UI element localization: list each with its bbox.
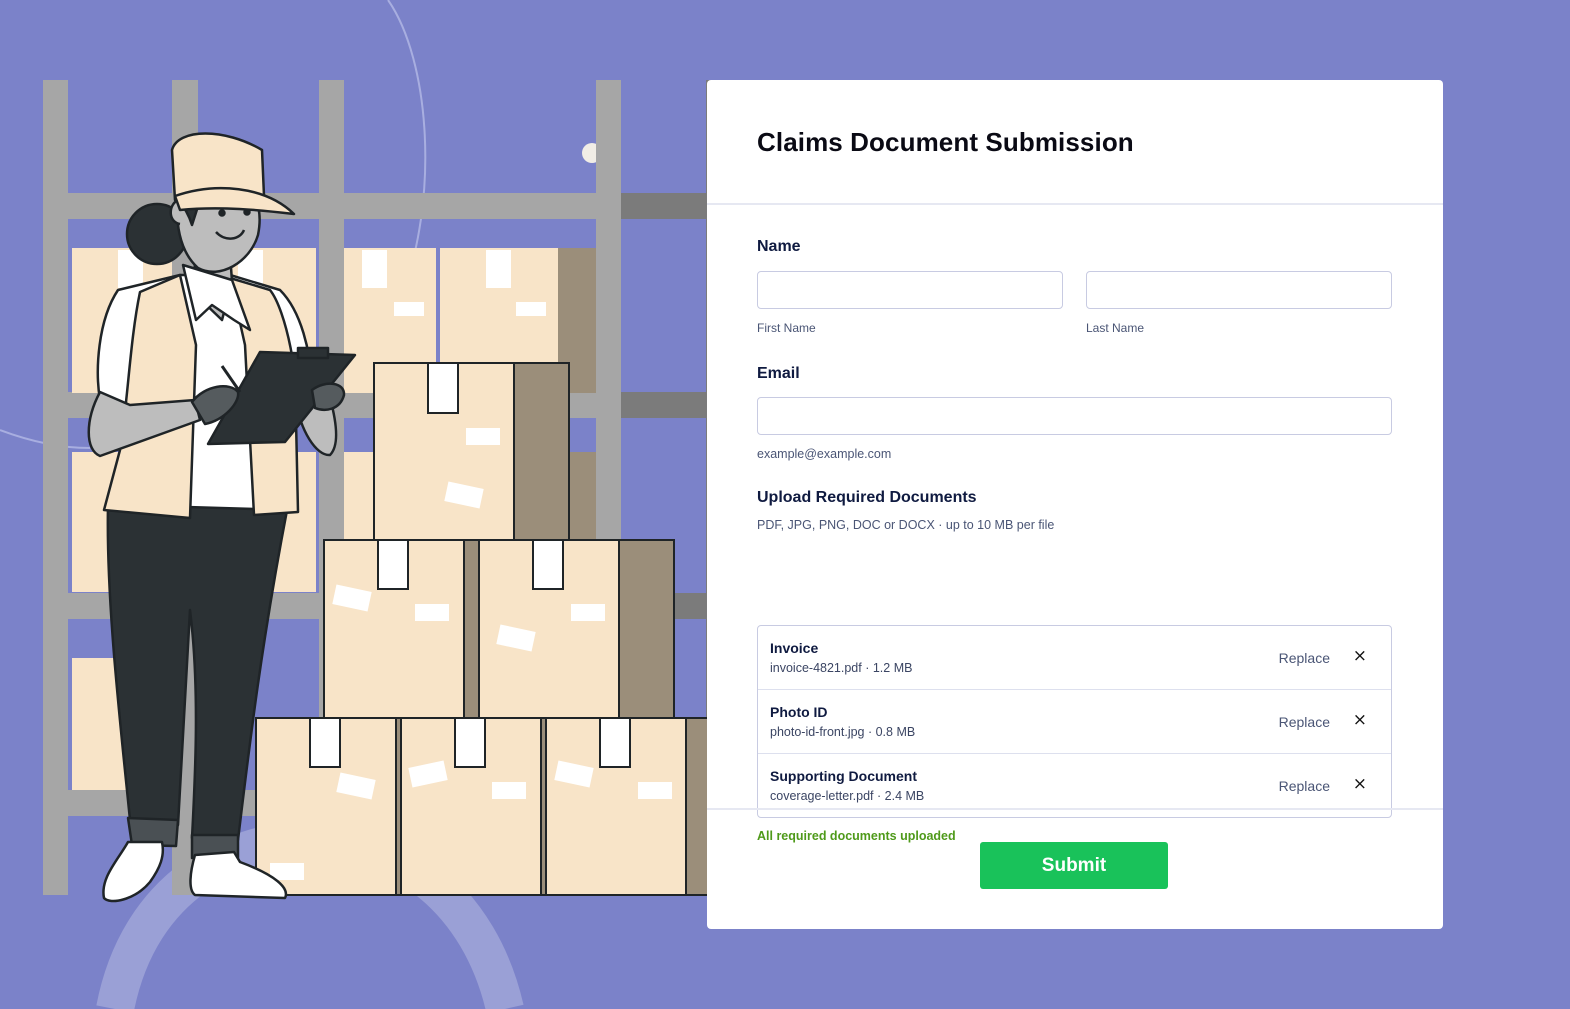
file-meta: invoice-4821.pdf · 1.2 MB: [770, 661, 913, 675]
first-name-sublabel: First Name: [757, 321, 816, 335]
file-row-photo-id: Photo ID photo-id-front.jpg · 0.8 MB Rep…: [758, 690, 1391, 754]
last-name-sublabel: Last Name: [1086, 321, 1145, 335]
upload-help-text: PDF, JPG, PNG, DOC or DOCX · up to 10 MB…: [757, 518, 1055, 532]
file-title: Photo ID: [770, 704, 828, 720]
email-help-text: example@example.com: [757, 447, 892, 461]
upload-label: Upload Required Documents: [757, 489, 977, 506]
submit-button[interactable]: Submit: [980, 842, 1168, 889]
remove-file-icon[interactable]: ×: [1353, 646, 1367, 666]
claims-form-card: Claims Document Submission Name First Na…: [707, 80, 1443, 929]
email-label: Email: [757, 365, 800, 382]
form-header: Claims Document Submission: [707, 80, 1443, 205]
file-meta: coverage-letter.pdf · 2.4 MB: [770, 789, 925, 803]
file-title: Supporting Document: [770, 768, 917, 784]
remove-file-icon[interactable]: ×: [1353, 774, 1367, 794]
email-input[interactable]: [757, 397, 1392, 435]
replace-button[interactable]: Replace: [1279, 650, 1330, 666]
replace-button[interactable]: Replace: [1279, 778, 1330, 794]
name-label: Name: [757, 238, 801, 255]
file-meta: photo-id-front.jpg · 0.8 MB: [770, 725, 916, 739]
file-title: Invoice: [770, 640, 819, 656]
remove-file-icon[interactable]: ×: [1353, 710, 1367, 730]
first-name-input[interactable]: [757, 271, 1063, 309]
last-name-input[interactable]: [1086, 271, 1392, 309]
uploaded-file-list: Invoice invoice-4821.pdf · 1.2 MB Replac…: [757, 625, 1392, 818]
form-footer: Submit: [707, 808, 1443, 931]
file-row-invoice: Invoice invoice-4821.pdf · 1.2 MB Replac…: [758, 626, 1391, 690]
replace-button[interactable]: Replace: [1279, 714, 1330, 730]
page-title: Claims Document Submission: [757, 127, 1134, 157]
